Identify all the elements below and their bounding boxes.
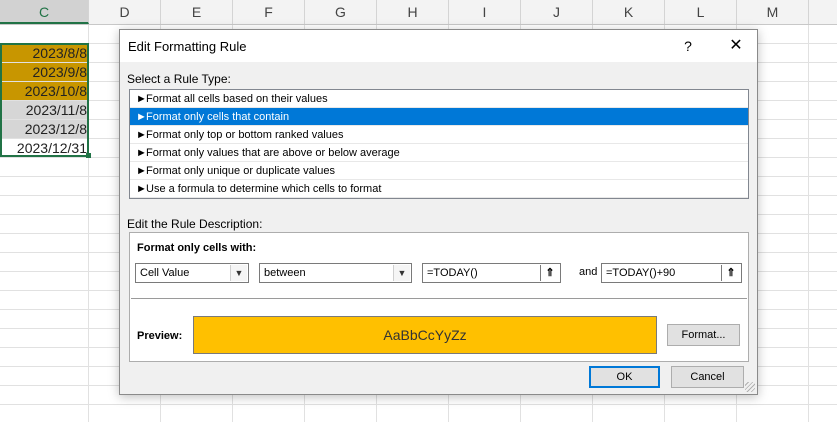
rule-type-item[interactable]: ►Format only unique or duplicate values: [130, 162, 748, 180]
preview-swatch: AaBbCcYyZz: [193, 316, 657, 354]
arrow-right-icon: ►: [136, 111, 147, 123]
cancel-button[interactable]: Cancel: [671, 366, 744, 388]
column-header-j[interactable]: J: [521, 0, 593, 24]
rule-type-label: Format only unique or duplicate values: [146, 165, 335, 177]
arrow-right-icon: ►: [136, 183, 147, 195]
chevron-down-icon[interactable]: ▼: [393, 265, 410, 281]
help-button[interactable]: ?: [676, 36, 700, 56]
edit-description-label: Edit the Rule Description:: [127, 217, 263, 231]
rule-type-list[interactable]: ►Format all cells based on their values ►…: [129, 89, 749, 199]
condition-type-value: Cell Value: [140, 267, 190, 279]
cell-c6[interactable]: 2023/12/31: [0, 139, 89, 157]
column-header-c[interactable]: C: [0, 0, 89, 24]
format-button[interactable]: Format...: [667, 324, 740, 346]
collapse-dialog-icon[interactable]: ⇑: [721, 265, 740, 281]
format-only-cells-with-label: Format only cells with:: [137, 242, 257, 254]
rule-type-label: Use a formula to determine which cells t…: [146, 183, 382, 195]
divider: [131, 298, 747, 299]
rule-type-item[interactable]: ►Format only top or bottom ranked values: [130, 126, 748, 144]
value2-input[interactable]: =TODAY()+90 ⇑: [601, 263, 742, 283]
column-header-bar: CDEFGHIJKLM: [0, 0, 837, 25]
operator-value: between: [264, 267, 306, 279]
column-header-g[interactable]: G: [305, 0, 377, 24]
dialog-titlebar[interactable]: Edit Formatting Rule ? ✕: [120, 30, 757, 62]
cell-c4[interactable]: 2023/11/8: [0, 101, 89, 119]
column-header-h[interactable]: H: [377, 0, 449, 24]
rule-type-label: Format only values that are above or bel…: [146, 147, 400, 159]
value2-text: =TODAY()+90: [606, 267, 676, 279]
column-header-e[interactable]: E: [161, 0, 233, 24]
arrow-right-icon: ►: [136, 147, 147, 159]
and-label: and: [579, 266, 598, 278]
rule-type-label: Format only top or bottom ranked values: [146, 129, 344, 141]
fill-handle[interactable]: [86, 153, 91, 158]
condition-type-select[interactable]: Cell Value ▼: [135, 263, 249, 283]
rule-type-label: Format only cells that contain: [146, 111, 290, 123]
column-header-m[interactable]: M: [737, 0, 809, 24]
rule-type-label: Format all cells based on their values: [146, 93, 328, 105]
close-button[interactable]: ✕: [724, 36, 748, 56]
column-header-i[interactable]: I: [449, 0, 521, 24]
arrow-right-icon: ►: [136, 165, 147, 177]
ok-button[interactable]: OK: [589, 366, 660, 388]
rule-description-panel: Format only cells with: Cell Value ▼ bet…: [129, 232, 749, 362]
resize-grip[interactable]: [745, 382, 755, 392]
collapse-dialog-icon[interactable]: ⇑: [540, 265, 559, 281]
operator-select[interactable]: between ▼: [259, 263, 412, 283]
rule-type-item[interactable]: ►Format all cells based on their values: [130, 90, 748, 108]
preview-label: Preview:: [137, 330, 183, 342]
grid-vertical-line: [808, 25, 809, 422]
dialog-title: Edit Formatting Rule: [128, 39, 247, 54]
rule-type-item[interactable]: ►Format only values that are above or be…: [130, 144, 748, 162]
select-rule-type-label: Select a Rule Type:: [127, 72, 231, 86]
chevron-down-icon[interactable]: ▼: [230, 265, 247, 281]
cell-c1[interactable]: 2023/8/8: [0, 44, 89, 62]
rule-type-item[interactable]: ►Use a formula to determine which cells …: [130, 180, 748, 198]
cell-c2[interactable]: 2023/9/8: [0, 63, 89, 81]
arrow-right-icon: ►: [136, 93, 147, 105]
column-header-k[interactable]: K: [593, 0, 665, 24]
column-header-f[interactable]: F: [233, 0, 305, 24]
cell-c5[interactable]: 2023/12/8: [0, 120, 89, 138]
value1-text: =TODAY(): [427, 267, 478, 279]
cell-c3[interactable]: 2023/10/8: [0, 82, 89, 100]
rule-type-item[interactable]: ►Format only cells that contain: [130, 108, 748, 126]
arrow-right-icon: ►: [136, 129, 147, 141]
column-header-l[interactable]: L: [665, 0, 737, 24]
column-header-d[interactable]: D: [89, 0, 161, 24]
value1-input[interactable]: =TODAY() ⇑: [422, 263, 561, 283]
edit-formatting-rule-dialog: Edit Formatting Rule ? ✕ Select a Rule T…: [119, 29, 758, 395]
